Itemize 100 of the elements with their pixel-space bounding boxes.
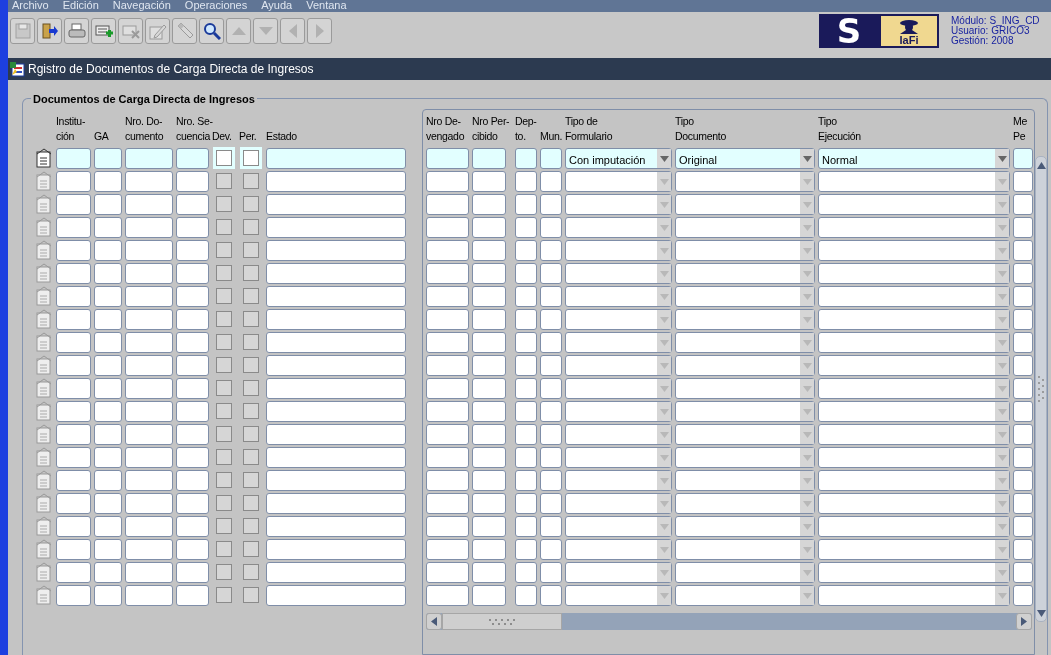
dropdown-field[interactable] (675, 240, 815, 261)
dropdown-field[interactable] (675, 217, 815, 238)
checkbox[interactable] (216, 587, 232, 603)
text-field[interactable] (472, 240, 506, 261)
dropdown-field[interactable] (818, 240, 1010, 261)
text-field[interactable] (176, 309, 209, 330)
text-field[interactable] (176, 401, 209, 422)
checkbox[interactable] (243, 334, 259, 350)
text-field[interactable] (426, 148, 469, 169)
dropdown-field[interactable]: Original (675, 148, 815, 169)
checkbox[interactable] (216, 219, 232, 235)
text-field[interactable] (426, 493, 469, 514)
menu-item[interactable]: Operaciones (184, 0, 248, 12)
text-field[interactable] (540, 378, 562, 399)
text-field[interactable] (472, 493, 506, 514)
text-field[interactable] (472, 148, 506, 169)
checkbox[interactable] (243, 587, 259, 603)
text-field[interactable] (56, 217, 91, 238)
checkbox[interactable] (243, 380, 259, 396)
text-field[interactable] (472, 539, 506, 560)
text-field[interactable] (1013, 194, 1033, 215)
text-field[interactable] (176, 263, 209, 284)
text-field[interactable] (56, 148, 91, 169)
text-field[interactable] (472, 585, 506, 606)
text-field[interactable] (94, 378, 122, 399)
text-field[interactable] (176, 286, 209, 307)
text-field[interactable] (266, 332, 406, 353)
text-field[interactable] (125, 171, 173, 192)
text-field[interactable] (1013, 240, 1033, 261)
checkbox[interactable] (243, 242, 259, 258)
menu-item[interactable]: Archivo (12, 0, 49, 12)
text-field[interactable] (176, 378, 209, 399)
text-field[interactable] (176, 171, 209, 192)
dropdown-field[interactable] (818, 263, 1010, 284)
dropdown-field[interactable] (565, 378, 672, 399)
text-field[interactable] (176, 562, 209, 583)
dropdown-field[interactable] (818, 493, 1010, 514)
text-field[interactable] (125, 217, 173, 238)
text-field[interactable] (1013, 263, 1033, 284)
text-field[interactable] (94, 263, 122, 284)
dropdown-field[interactable] (818, 516, 1010, 537)
dropdown-field[interactable] (818, 585, 1010, 606)
dropdown-field[interactable] (818, 194, 1010, 215)
text-field[interactable] (472, 263, 506, 284)
text-field[interactable] (125, 378, 173, 399)
text-field[interactable] (515, 539, 537, 560)
text-field[interactable] (125, 401, 173, 422)
text-field[interactable] (1013, 378, 1033, 399)
dropdown-field[interactable] (818, 378, 1010, 399)
text-field[interactable] (56, 194, 91, 215)
text-field[interactable] (56, 470, 91, 491)
text-field[interactable] (56, 585, 91, 606)
text-field[interactable] (1013, 539, 1033, 560)
checkbox[interactable] (216, 426, 232, 442)
text-field[interactable] (266, 217, 406, 238)
dropdown-field[interactable] (565, 493, 672, 514)
text-field[interactable] (94, 309, 122, 330)
text-field[interactable] (56, 286, 91, 307)
text-field[interactable] (176, 493, 209, 514)
text-field[interactable] (472, 332, 506, 353)
text-field[interactable] (56, 516, 91, 537)
text-field[interactable] (266, 286, 406, 307)
text-field[interactable] (472, 194, 506, 215)
dropdown-field[interactable] (818, 355, 1010, 376)
dropdown-field[interactable] (565, 194, 672, 215)
text-field[interactable] (540, 355, 562, 376)
text-field[interactable] (1013, 493, 1033, 514)
text-field[interactable] (540, 217, 562, 238)
text-field[interactable] (94, 332, 122, 353)
dropdown-field[interactable] (818, 539, 1010, 560)
text-field[interactable] (94, 194, 122, 215)
text-field[interactable] (1013, 148, 1033, 169)
text-field[interactable] (426, 470, 469, 491)
text-field[interactable] (515, 355, 537, 376)
checkbox[interactable] (243, 403, 259, 419)
text-field[interactable] (56, 171, 91, 192)
dropdown-field[interactable] (565, 171, 672, 192)
dropdown-field[interactable] (675, 194, 815, 215)
text-field[interactable] (426, 424, 469, 445)
text-field[interactable] (540, 240, 562, 261)
dropdown-field[interactable] (818, 424, 1010, 445)
text-field[interactable] (125, 286, 173, 307)
text-field[interactable] (176, 539, 209, 560)
text-field[interactable] (125, 194, 173, 215)
checkbox[interactable] (216, 196, 232, 212)
dropdown-field[interactable] (675, 378, 815, 399)
text-field[interactable] (472, 401, 506, 422)
dropdown-field[interactable] (565, 562, 672, 583)
checkbox[interactable] (216, 311, 232, 327)
checkbox[interactable] (216, 518, 232, 534)
text-field[interactable] (176, 516, 209, 537)
text-field[interactable] (266, 171, 406, 192)
checkbox[interactable] (243, 311, 259, 327)
text-field[interactable] (515, 401, 537, 422)
text-field[interactable] (94, 447, 122, 468)
text-field[interactable] (266, 309, 406, 330)
text-field[interactable] (125, 263, 173, 284)
text-field[interactable] (94, 355, 122, 376)
dropdown-field[interactable] (565, 401, 672, 422)
text-field[interactable] (56, 424, 91, 445)
